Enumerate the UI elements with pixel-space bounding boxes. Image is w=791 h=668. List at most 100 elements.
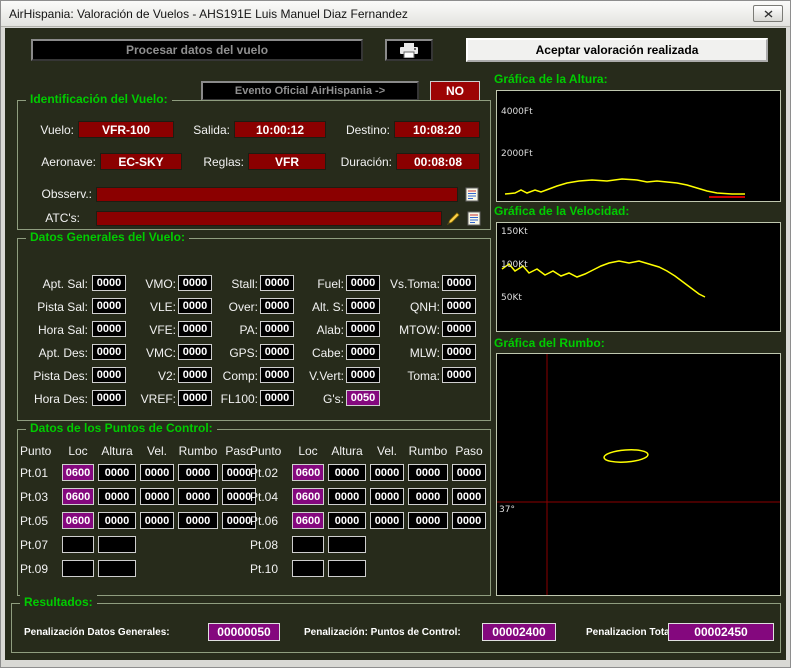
obsserv-field[interactable] [96,187,458,202]
value-field[interactable]: 0000 [178,367,212,383]
penal-total-field[interactable]: 00002450 [668,623,774,641]
point-field[interactable]: 0000 [178,488,218,505]
value-field[interactable]: 0000 [260,321,294,337]
accept-button[interactable]: Aceptar valoración realizada [466,38,768,62]
aeronave-field[interactable]: EC-SKY [100,153,182,170]
field-label: Alab: [296,323,344,337]
value-field[interactable]: 0000 [178,344,212,360]
field-label: Over: [212,300,258,314]
value-field[interactable]: 0000 [92,275,126,291]
point-label: Pt.02 [250,466,290,480]
value-field[interactable]: 0000 [260,298,294,314]
value-field[interactable]: 0050 [346,390,380,406]
point-field[interactable]: 0000 [452,464,486,481]
vuelo-field[interactable]: VFR-100 [78,121,174,138]
point-field[interactable]: 0000 [370,488,404,505]
penal-generales-field[interactable]: 00000050 [208,623,280,641]
point-field[interactable]: 0600 [292,464,324,481]
point-field[interactable]: 0600 [292,512,324,529]
atcs-field[interactable] [96,211,442,226]
point-field[interactable]: 0600 [62,512,94,529]
value-field[interactable]: 0000 [346,298,380,314]
value-field[interactable]: 0000 [92,321,126,337]
obsserv-notes-icon[interactable] [464,186,480,202]
process-flight-button[interactable]: Procesar datos del vuelo [31,39,363,61]
value-field[interactable]: 0000 [92,298,126,314]
value-field[interactable]: 0000 [346,275,380,291]
point-field[interactable] [98,536,136,553]
destino-field[interactable]: 10:08:20 [394,121,480,138]
value-field[interactable]: 0000 [92,367,126,383]
value-field[interactable]: 0000 [442,275,476,291]
value-field[interactable]: 0000 [178,321,212,337]
salida-field[interactable]: 10:00:12 [234,121,326,138]
penal-puntos-field[interactable]: 00002400 [482,623,556,641]
point-label: Pt.10 [250,562,290,576]
point-field[interactable]: 0000 [408,488,448,505]
field-label: Vs.Toma: [376,277,440,291]
point-field[interactable]: 0000 [140,512,174,529]
point-field[interactable]: 0000 [98,488,136,505]
point-field[interactable]: 0000 [452,512,486,529]
value-field[interactable]: 0000 [92,344,126,360]
value-field[interactable]: 0000 [260,344,294,360]
value-field[interactable]: 0000 [178,390,212,406]
point-field[interactable]: 0000 [140,488,174,505]
value-field[interactable]: 0000 [346,344,380,360]
point-field[interactable]: 0000 [178,464,218,481]
print-button[interactable] [385,39,433,61]
column-header: Rumbo [176,444,220,458]
value-field[interactable]: 0000 [260,275,294,291]
value-field[interactable]: 0000 [346,321,380,337]
point-field[interactable] [98,560,136,577]
atc-pencil-icon[interactable] [446,210,462,226]
point-field[interactable]: 0000 [328,488,366,505]
field-label: Comp: [212,369,258,383]
field-label: VMO: [128,277,176,291]
reglas-field[interactable]: VFR [248,153,326,170]
point-field[interactable]: 0600 [62,488,94,505]
value-field[interactable]: 0000 [442,298,476,314]
column-header: Altura [96,444,138,458]
field-label: Toma: [376,369,440,383]
value-field[interactable]: 0000 [442,321,476,337]
point-field[interactable]: 0600 [292,488,324,505]
value-field[interactable]: 0000 [260,390,294,406]
point-field[interactable]: 0000 [370,464,404,481]
point-field[interactable]: 0000 [98,512,136,529]
field-label: Pista Des: [22,369,88,383]
altura-chart: 4000Ft 2000Ft [496,90,781,202]
value-field[interactable]: 0000 [442,367,476,383]
value-field[interactable]: 0000 [346,367,380,383]
point-field[interactable] [292,560,324,577]
point-label: Pt.07 [20,538,60,552]
point-field[interactable]: 0000 [408,512,448,529]
point-field[interactable]: 0000 [408,464,448,481]
value-field[interactable]: 0000 [92,390,126,406]
point-field[interactable] [292,536,324,553]
obsserv-label: Obsserv.: [30,187,92,201]
point-field[interactable]: 0000 [178,512,218,529]
point-field[interactable] [62,536,94,553]
point-field[interactable]: 0000 [140,464,174,481]
altura-chart-title: Gráfica de la Altura: [494,72,608,86]
point-field[interactable] [328,536,366,553]
point-field[interactable]: 0000 [328,512,366,529]
atc-notes-icon[interactable] [466,210,482,226]
point-field[interactable] [62,560,94,577]
value-field[interactable]: 0000 [442,344,476,360]
point-field[interactable] [328,560,366,577]
close-button[interactable] [753,5,783,22]
evento-oficial-button[interactable]: Evento Oficial AirHispania -> [201,81,419,101]
duracion-field[interactable]: 00:08:08 [396,153,480,170]
point-field[interactable]: 0000 [328,464,366,481]
point-field[interactable]: 0000 [98,464,136,481]
point-field[interactable]: 0000 [452,488,486,505]
value-field[interactable]: 0000 [178,298,212,314]
point-field[interactable]: 0000 [370,512,404,529]
resultados-title: Resultados: [20,595,97,609]
point-field[interactable]: 0600 [62,464,94,481]
value-field[interactable]: 0000 [260,367,294,383]
field-label: QNH: [376,300,440,314]
value-field[interactable]: 0000 [178,275,212,291]
